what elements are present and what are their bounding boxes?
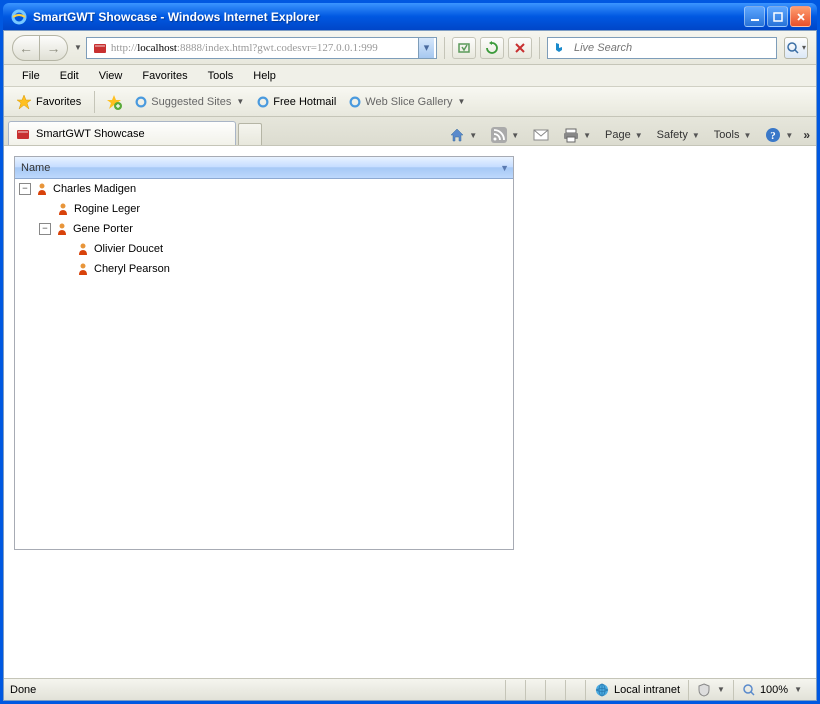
search-button[interactable]: ▾: [784, 37, 808, 59]
page-menu[interactable]: Page▼: [601, 127, 647, 143]
close-button[interactable]: [790, 6, 811, 27]
ie-small-icon: [134, 95, 148, 109]
collapse-icon[interactable]: −: [39, 223, 51, 235]
shield-icon: [697, 683, 711, 697]
person-icon: [35, 182, 49, 196]
svg-text:?: ?: [771, 130, 777, 142]
favorites-bar: Favorites Suggested Sites▼ Free Hotmail …: [4, 87, 816, 117]
menu-view[interactable]: View: [89, 67, 133, 85]
tree-header[interactable]: Name ▼: [15, 157, 513, 179]
person-icon: [76, 242, 90, 256]
address-dropdown[interactable]: ▾: [418, 38, 434, 58]
free-hotmail-link[interactable]: Free Hotmail: [252, 93, 340, 111]
compat-view-button[interactable]: [452, 37, 476, 59]
url-text[interactable]: http://localhost:8888/index.html?gwt.cod…: [111, 42, 418, 54]
tab-label: SmartGWT Showcase: [36, 128, 145, 140]
minimize-button[interactable]: [744, 6, 765, 27]
node-label: Olivier Doucet: [94, 243, 163, 255]
node-label: Charles Madigen: [53, 183, 136, 195]
search-input[interactable]: [570, 42, 776, 54]
menu-tools[interactable]: Tools: [198, 67, 244, 85]
person-icon: [56, 202, 70, 216]
read-mail-button[interactable]: [529, 126, 553, 144]
person-icon: [55, 222, 69, 236]
refresh-button[interactable]: [480, 37, 504, 59]
menu-file[interactable]: File: [12, 67, 50, 85]
node-label: Gene Porter: [73, 223, 133, 235]
tools-menu[interactable]: Tools▼: [710, 127, 756, 143]
node-label: Rogine Leger: [74, 203, 140, 215]
person-icon: [76, 262, 90, 276]
help-button[interactable]: ?▼: [761, 125, 797, 145]
bing-icon: [552, 41, 566, 55]
tree-grid[interactable]: Name ▼ − Charles Madigen Rogine Leger − Gene…: [14, 156, 514, 550]
header-menu-button[interactable]: ▼: [500, 163, 509, 173]
back-button[interactable]: ←: [12, 35, 40, 61]
overflow-button[interactable]: »: [803, 128, 810, 142]
site-icon: [92, 40, 108, 56]
tree-body: − Charles Madigen Rogine Leger − Gene Porter…: [15, 179, 513, 549]
menu-favorites[interactable]: Favorites: [132, 67, 197, 85]
new-tab-button[interactable]: [238, 123, 262, 145]
favorites-button[interactable]: Favorites: [10, 92, 87, 112]
ie-small-icon: [348, 95, 362, 109]
tree-row[interactable]: − Charles Madigen: [15, 179, 513, 199]
tab-active[interactable]: SmartGWT Showcase: [8, 121, 236, 145]
nav-toolbar: ← → ▼ http://localhost:8888/index.html?g…: [4, 31, 816, 65]
tab-icon: [15, 126, 31, 142]
stop-button[interactable]: [508, 37, 532, 59]
suggested-sites-link[interactable]: Suggested Sites▼: [130, 93, 248, 111]
protected-mode-button[interactable]: ▼: [688, 680, 733, 700]
forward-button[interactable]: →: [40, 35, 68, 61]
menu-edit[interactable]: Edit: [50, 67, 89, 85]
tree-row[interactable]: Cheryl Pearson: [15, 259, 513, 279]
menu-help[interactable]: Help: [243, 67, 286, 85]
ie-small-icon: [256, 95, 270, 109]
star-icon: [16, 94, 32, 110]
safety-menu[interactable]: Safety▼: [653, 127, 704, 143]
security-zone[interactable]: Local intranet: [585, 680, 688, 700]
print-button[interactable]: ▼: [559, 125, 595, 145]
node-label: Cheryl Pearson: [94, 263, 170, 275]
status-text: Done: [10, 684, 505, 696]
ie-logo-icon: [11, 9, 27, 25]
add-favorite-button[interactable]: [102, 92, 126, 112]
titlebar[interactable]: SmartGWT Showcase - Windows Internet Exp…: [3, 3, 817, 30]
page-content: Name ▼ − Charles Madigen Rogine Leger − Gene…: [4, 146, 816, 678]
nav-history-dropdown[interactable]: ▼: [74, 43, 82, 52]
web-slice-link[interactable]: Web Slice Gallery▼: [344, 93, 469, 111]
address-bar[interactable]: http://localhost:8888/index.html?gwt.cod…: [86, 37, 437, 59]
tree-row[interactable]: Olivier Doucet: [15, 239, 513, 259]
window-title: SmartGWT Showcase - Windows Internet Exp…: [33, 10, 744, 24]
tree-row[interactable]: − Gene Porter: [15, 219, 513, 239]
globe-icon: [594, 682, 610, 698]
home-button[interactable]: ▼: [445, 125, 481, 145]
collapse-icon[interactable]: −: [19, 183, 31, 195]
zoom-control[interactable]: 100% ▼: [733, 680, 810, 700]
tab-bar: SmartGWT Showcase ▼ ▼ ▼ Page▼ Safety▼ To…: [4, 117, 816, 146]
maximize-button[interactable]: [767, 6, 788, 27]
status-bar: Done Local intranet ▼ 100% ▼: [4, 678, 816, 700]
search-bar[interactable]: [547, 37, 777, 59]
tree-row[interactable]: Rogine Leger: [15, 199, 513, 219]
menu-bar: File Edit View Favorites Tools Help: [4, 65, 816, 87]
feeds-button[interactable]: ▼: [487, 125, 523, 145]
favorites-label: Favorites: [36, 96, 81, 108]
tree-header-label: Name: [21, 162, 50, 174]
zoom-icon: [742, 683, 756, 697]
